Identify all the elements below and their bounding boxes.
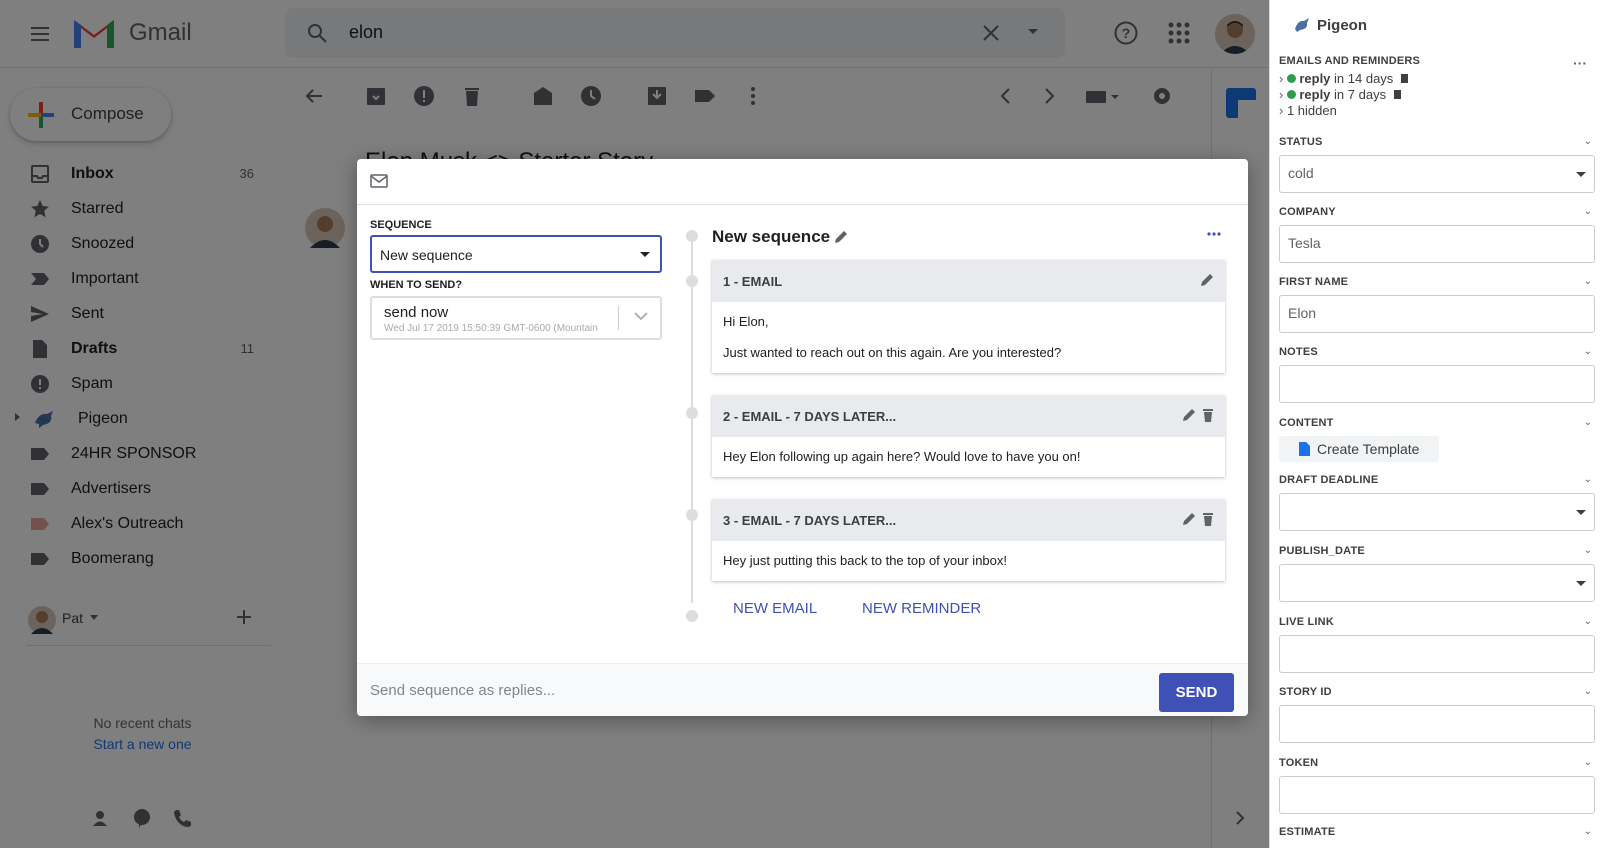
new-reminder-button[interactable]: NEW REMINDER <box>862 600 981 617</box>
company-field[interactable]: Tesla <box>1279 225 1595 263</box>
when-to-send-value: send now <box>384 304 449 321</box>
send-button[interactable]: SEND <box>1159 673 1234 712</box>
card-header: 1 - EMAIL <box>712 260 1225 302</box>
create-template-label: Create Template <box>1317 441 1420 457</box>
estimate-label: ESTIMATE <box>1279 826 1336 838</box>
dropdown-caret-icon <box>1576 172 1586 178</box>
sequence-select-value: New sequence <box>380 247 473 263</box>
trash-icon[interactable] <box>1202 512 1214 526</box>
edit-pencil-icon[interactable] <box>834 230 848 244</box>
modal-header <box>357 159 1248 205</box>
chevron-down-icon[interactable]: ⌄ <box>1584 206 1592 217</box>
email-line: Just wanted to reach out on this again. … <box>723 345 1062 360</box>
sequence-select[interactable]: New sequence <box>370 235 662 273</box>
panel-title: Pigeon <box>1317 17 1368 34</box>
company-label: COMPANY <box>1279 206 1336 218</box>
chevron-down-icon[interactable]: ⌄ <box>1584 826 1592 837</box>
document-icon <box>1299 442 1310 456</box>
first-name-field[interactable]: Elon <box>1279 295 1595 333</box>
edit-pencil-icon[interactable] <box>1200 273 1214 287</box>
reminders-heading: EMAILS AND REMINDERS <box>1279 55 1421 67</box>
email-line: Hi Elon, <box>723 314 769 329</box>
modal-footer: Send sequence as replies... SEND <box>357 663 1248 716</box>
active-dot-icon <box>1287 74 1297 83</box>
chevron-down-icon[interactable]: ⌄ <box>1584 417 1592 428</box>
status-select[interactable]: cold <box>1279 155 1595 193</box>
sequence-title: New sequence <box>712 227 831 246</box>
chevron-down-icon[interactable]: ⌄ <box>1584 545 1592 556</box>
card-body: Hey just putting this back to the top of… <box>712 541 1225 581</box>
chevron-down-icon[interactable]: ⌄ <box>1584 474 1592 485</box>
pigeon-panel: Pigeon EMAILS AND REMINDERS ··· › reply i… <box>1269 0 1600 848</box>
dropdown-caret-icon <box>1576 510 1586 516</box>
story-id-label: STORY ID <box>1279 686 1332 698</box>
when-to-send-select[interactable]: send now Wed Jul 17 2019 15:50:39 GMT-06… <box>370 296 662 340</box>
timeline-dot <box>686 230 698 242</box>
email-line: Hey Elon following up again here? Would … <box>723 449 1081 464</box>
chevron-down-icon[interactable]: ⌄ <box>1584 276 1592 287</box>
edit-pencil-icon[interactable] <box>1182 408 1196 422</box>
dropdown-caret-icon <box>1576 581 1586 587</box>
notes-field[interactable] <box>1279 365 1595 403</box>
card-title: 3 - EMAIL - 7 DAYS LATER... <box>723 513 897 528</box>
dropdown-caret-icon <box>640 252 650 258</box>
chevron-down-icon[interactable]: ⌄ <box>1584 346 1592 357</box>
card-title: 2 - EMAIL - 7 DAYS LATER... <box>723 409 897 424</box>
active-dot-icon <box>1287 90 1297 99</box>
story-id-field[interactable] <box>1279 705 1595 743</box>
more-options-icon[interactable] <box>1207 232 1221 236</box>
reminder-item[interactable]: › reply in 14 days <box>1279 71 1408 86</box>
sequence-label: SEQUENCE <box>370 219 432 231</box>
card-header: 2 - EMAIL - 7 DAYS LATER... <box>712 395 1225 437</box>
sequence-email-card[interactable]: 3 - EMAIL - 7 DAYS LATER... Hey just put… <box>712 499 1225 581</box>
first-name-label: FIRST NAME <box>1279 276 1349 288</box>
chevron-down-icon[interactable]: ⌄ <box>1584 616 1592 627</box>
when-to-send-label: WHEN TO SEND? <box>370 279 463 291</box>
hidden-reminders[interactable]: › 1 hidden <box>1279 103 1337 118</box>
send-datetime: Wed Jul 17 2019 15:50:39 GMT-0600 (Mount… <box>384 323 598 334</box>
new-email-button[interactable]: NEW EMAIL <box>733 600 817 617</box>
envelope-icon <box>370 174 388 188</box>
timeline-dot <box>686 509 698 521</box>
edit-pencil-icon[interactable] <box>1182 512 1196 526</box>
draft-deadline-select[interactable] <box>1279 493 1595 531</box>
card-body: Hi Elon, Just wanted to reach out on thi… <box>712 302 1225 373</box>
status-label: STATUS <box>1279 136 1323 148</box>
chevron-down-icon[interactable]: ⌄ <box>1584 136 1592 147</box>
more-options-icon[interactable]: ··· <box>1573 55 1587 71</box>
live-link-label: LIVE LINK <box>1279 616 1334 628</box>
live-link-field[interactable] <box>1279 635 1595 673</box>
card-title: 1 - EMAIL <box>723 274 783 289</box>
card-header: 3 - EMAIL - 7 DAYS LATER... <box>712 499 1225 541</box>
token-field[interactable] <box>1279 776 1595 814</box>
timeline-dot <box>686 610 698 622</box>
pigeon-logo-icon <box>1294 17 1310 33</box>
sequence-email-card[interactable]: 2 - EMAIL - 7 DAYS LATER... Hey Elon fol… <box>712 395 1225 477</box>
timeline-dot <box>686 407 698 419</box>
email-line: Hey just putting this back to the top of… <box>723 553 1007 568</box>
chevron-down-icon[interactable] <box>634 312 648 321</box>
sequence-email-card[interactable]: 1 - EMAIL Hi Elon, Just wanted to reach … <box>712 260 1225 373</box>
notes-label: NOTES <box>1279 346 1318 358</box>
content-label: CONTENT <box>1279 417 1334 429</box>
token-label: TOKEN <box>1279 757 1319 769</box>
trash-icon[interactable] <box>1202 408 1214 422</box>
reminder-item[interactable]: › reply in 7 days <box>1279 87 1401 102</box>
timeline-dot <box>686 275 698 287</box>
sequence-modal: SEQUENCE New sequence WHEN TO SEND? send… <box>357 159 1248 716</box>
create-template-button[interactable]: Create Template <box>1279 436 1439 462</box>
select-divider <box>618 306 619 330</box>
publish-date-label: PUBLISH_DATE <box>1279 545 1365 557</box>
send-as-replies-input[interactable]: Send sequence as replies... <box>370 682 555 699</box>
publish-date-select[interactable] <box>1279 564 1595 602</box>
trash-icon[interactable] <box>1393 90 1401 99</box>
draft-deadline-label: DRAFT DEADLINE <box>1279 474 1379 486</box>
card-body: Hey Elon following up again here? Would … <box>712 437 1225 477</box>
trash-icon[interactable] <box>1400 74 1408 83</box>
chevron-down-icon[interactable]: ⌄ <box>1584 757 1592 768</box>
chevron-down-icon[interactable]: ⌄ <box>1584 686 1592 697</box>
